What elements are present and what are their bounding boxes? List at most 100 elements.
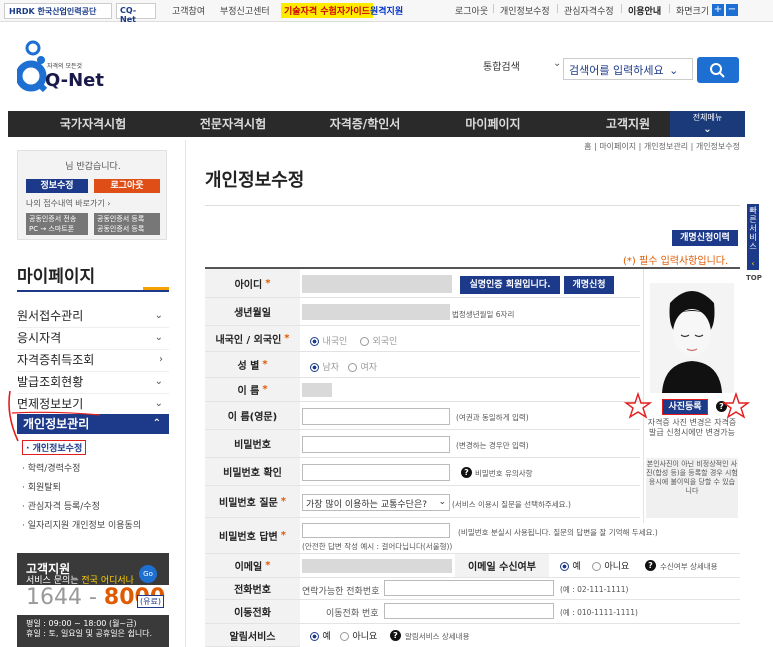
search-placeholder: 검색어를 입력하세요	[569, 64, 664, 77]
photo-register-button[interactable]: 사진등록	[662, 399, 708, 415]
radio-male[interactable]: 남자	[310, 360, 339, 373]
radio-label: 아니요	[352, 632, 378, 642]
label-password-confirm: 비밀번호 확인	[205, 458, 300, 486]
sub-item-label: 일자리지원 개인정보 이용동의	[27, 521, 142, 531]
divider	[205, 429, 640, 430]
top-button[interactable]: TOP	[746, 274, 762, 282]
phone-example: (예 : 02-111-1111)	[560, 585, 629, 594]
separator: |	[556, 4, 560, 14]
gnb-national-exam[interactable]: 국가자격시험	[28, 111, 158, 137]
question-icon[interactable]: ?	[390, 630, 401, 641]
recent-applications-link[interactable]: 나의 접수내역 바로가기 ›	[26, 198, 110, 209]
zoom-out-button[interactable]: −	[726, 4, 738, 16]
top-link-guide[interactable]: 이용안내	[628, 4, 661, 17]
question-icon[interactable]: ?	[645, 560, 656, 571]
radio-icon	[560, 561, 569, 571]
top-link-remote-support[interactable]: 원격지원	[370, 4, 403, 17]
sub-item-label: 회원탈퇴	[27, 483, 61, 493]
password-input[interactable]	[302, 436, 450, 453]
name-value-redacted	[302, 383, 332, 397]
global-nav: 국가자격시험 전문자격시험 자격증/학인서 마이페이지 고객지원 전체메뉴 ⌄	[8, 111, 745, 137]
search-button[interactable]	[697, 57, 739, 83]
top-link-participation[interactable]: 고객참여	[172, 4, 205, 17]
required-note: (*) 필수 입력사항입니다.	[623, 252, 728, 267]
divider	[205, 553, 740, 554]
sub-item-withdraw[interactable]: · 회원탈퇴	[22, 480, 61, 493]
annotation-star-icon	[722, 392, 750, 419]
radio-alarm-yes[interactable]: 예	[310, 629, 331, 642]
divider	[205, 457, 640, 458]
top-link-logout[interactable]: 로그아웃	[455, 4, 488, 17]
top-link-edit-info[interactable]: 개인정보수정	[500, 4, 550, 17]
sub-item-job-consent[interactable]: · 일자리지원 개인정보 이용동의	[22, 518, 141, 531]
cert-transfer-button[interactable]: 공동인증서 전송 PC → 스마트폰	[26, 213, 88, 235]
divider	[205, 205, 740, 206]
gnb-certificate[interactable]: 자격증/학인서	[300, 111, 430, 137]
rename-history-button[interactable]: 개명신청이력	[672, 230, 738, 246]
customer-hours: 평일 : 09:00 ~ 18:00 (월~금) 휴일 : 토, 일요일 및 공…	[26, 619, 152, 639]
radio-email-yes[interactable]: 예	[560, 559, 581, 572]
gnb-professional-exam[interactable]: 전문자격시험	[168, 111, 298, 137]
rename-apply-button[interactable]: 개명신청	[564, 276, 614, 294]
logout-button[interactable]: 로그아웃	[94, 179, 160, 193]
radio-icon	[592, 561, 601, 571]
sidebar-item-application[interactable]: 원서접수관리 ⌄	[17, 306, 169, 328]
qnet-small-logo[interactable]: CQ-Net	[116, 3, 156, 24]
mobile-input[interactable]	[384, 603, 554, 619]
top-link-report-center[interactable]: 부정신고센터	[220, 4, 270, 17]
hrdk-logo[interactable]: HRDK 한국산업인력공단	[4, 3, 112, 19]
top-link-exam-guide[interactable]: 기술자격 수험자가이드	[281, 3, 373, 18]
password-answer-input[interactable]	[302, 523, 450, 538]
fee-badge: (유료)	[137, 595, 164, 608]
edit-info-button[interactable]: 정보수정	[26, 179, 88, 193]
chevron-left-icon[interactable]: ‹	[747, 258, 759, 270]
radio-label: 여자	[360, 363, 378, 373]
radio-alarm-no[interactable]: 아니요	[340, 629, 377, 642]
gnb-mypage[interactable]: 마이페이지	[428, 111, 558, 137]
chevron-down-icon: ⌄	[154, 398, 163, 409]
logo-text: Q-Net	[45, 70, 104, 91]
realname-verified-button[interactable]: 실명인증 회원입니다.	[460, 276, 560, 294]
name-english-note: (여권과 동일하게 입력)	[456, 413, 529, 422]
password-question-select[interactable]: 가장 많이 이용하는 교통수단은? ⌄	[302, 494, 450, 511]
cert-register-button[interactable]: 공동인증서 등록 공동인증서 등록	[94, 213, 160, 235]
all-menu-button[interactable]: 전체메뉴 ⌄	[670, 111, 745, 137]
quick-service-tab[interactable]: 빠른서비스	[747, 204, 759, 258]
password-confirm-input[interactable]	[302, 464, 450, 481]
search-scope-select[interactable]: 통합검색 ⌄	[483, 58, 563, 80]
radio-label: 외국인	[372, 337, 398, 347]
radio-female[interactable]: 여자	[348, 360, 377, 373]
phone-placeholder: 연락가능한 전화번호	[302, 587, 380, 597]
chevron-down-icon: ⌄	[553, 58, 562, 69]
sub-item-interest[interactable]: · 관심자격 등록/수정	[22, 499, 100, 512]
label-nation: 내국인 / 외국인 *	[205, 326, 300, 352]
radio-foreign[interactable]: 외국인	[360, 334, 397, 347]
profile-photo	[650, 283, 734, 393]
divider-accent	[143, 287, 169, 290]
radio-label: 내국인	[322, 337, 348, 347]
question-icon[interactable]: ?	[461, 467, 472, 478]
go-icon[interactable]: Go	[139, 565, 157, 583]
qnet-logo[interactable]: 자격의 모든것 Q-Net	[15, 40, 107, 100]
required-star: (*)	[623, 256, 636, 267]
separator: |	[620, 4, 624, 14]
radio-domestic[interactable]: 내국인	[310, 334, 347, 347]
alarm-detail-link[interactable]: 알림서비스 상세내용	[405, 631, 469, 642]
cert-register-sub: 공동인증서 등록	[97, 225, 145, 233]
search-input[interactable]: 검색어를 입력하세요 ⌄	[563, 58, 693, 80]
phone-input[interactable]	[384, 580, 554, 596]
radio-email-no[interactable]: 아니요	[592, 559, 629, 572]
divider	[205, 577, 740, 578]
zoom-in-button[interactable]: +	[712, 4, 724, 16]
sidebar-item-qualification[interactable]: 응시자격 ⌄	[17, 328, 169, 350]
sidebar-item-cert-lookup[interactable]: 자격증취득조회 ›	[17, 350, 169, 372]
email-receive-detail-link[interactable]: 수신여부 상세내용	[660, 561, 718, 572]
divider	[17, 290, 169, 292]
sub-item-education[interactable]: · 학력/경력수정	[22, 461, 80, 474]
top-link-interest[interactable]: 관심자격수정	[564, 4, 614, 17]
label-password: 비밀번호	[205, 430, 300, 458]
password-question-value: 가장 많이 이용하는 교통수단은?	[306, 500, 428, 510]
password-caution-link[interactable]: 비밀번호 유의사항	[475, 468, 533, 479]
name-english-input[interactable]	[302, 408, 450, 425]
recent-applications-label: 나의 접수내역 바로가기	[26, 199, 105, 208]
